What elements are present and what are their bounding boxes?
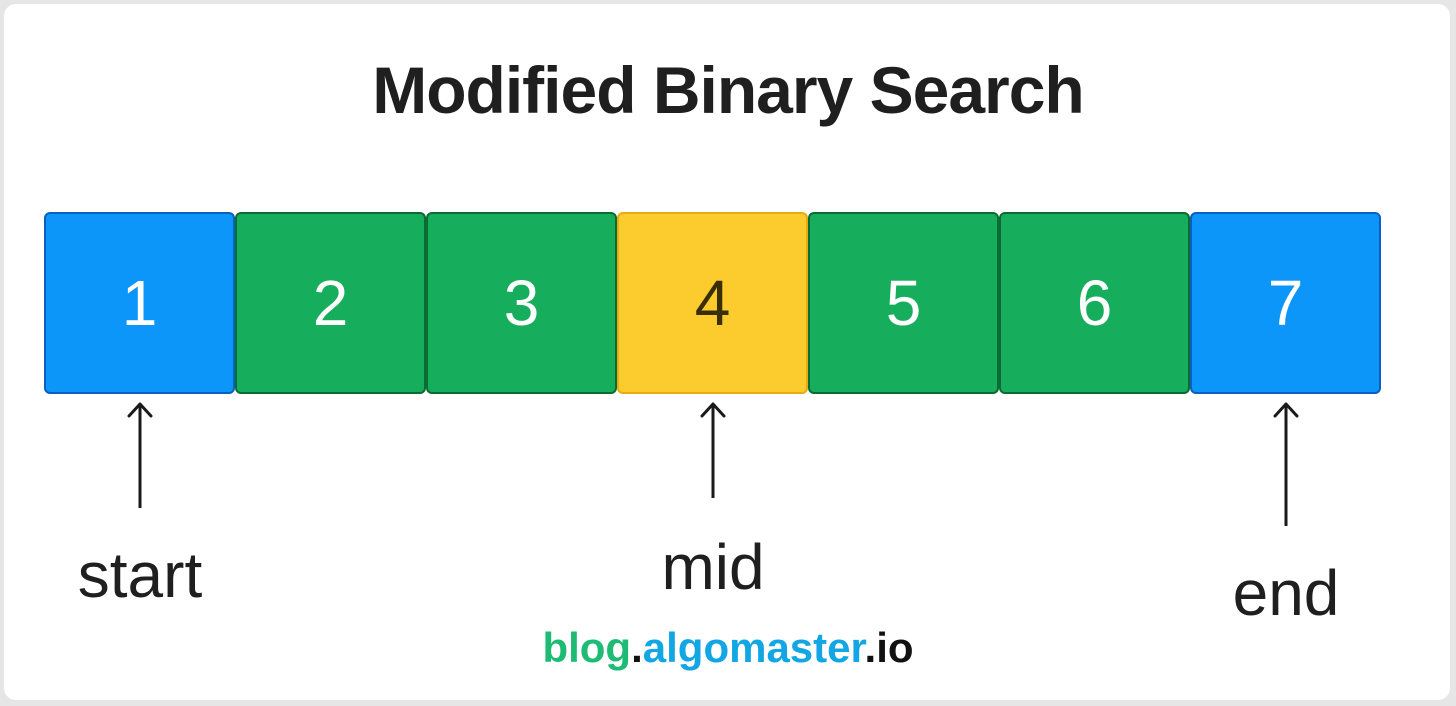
- pointer-label-start: start: [77, 539, 203, 611]
- cell-value: 3: [503, 267, 540, 339]
- array-cell: 5: [808, 212, 999, 394]
- array-cell: 4: [617, 212, 808, 394]
- cell-value: 4: [694, 267, 731, 339]
- footer-part-blog: blog: [542, 624, 632, 671]
- diagram-title: Modified Binary Search: [372, 53, 1085, 127]
- cell-value: 2: [312, 267, 349, 339]
- footer-dot: .: [864, 624, 877, 671]
- cell-value: 7: [1267, 267, 1304, 339]
- array-cell: 1: [44, 212, 235, 394]
- cell-value: 5: [885, 267, 922, 339]
- footer-brand: blog.algomaster.io: [0, 624, 1456, 672]
- array-cell: 3: [426, 212, 617, 394]
- footer-dot: .: [631, 624, 643, 671]
- cell-value: 6: [1076, 267, 1113, 339]
- array-cell: 2: [235, 212, 426, 394]
- array-cell: 7: [1190, 212, 1381, 394]
- array-cell: 6: [999, 212, 1190, 394]
- up-arrow-icon: [127, 402, 153, 508]
- up-arrow-icon: [1273, 402, 1299, 526]
- cell-value: 1: [121, 267, 158, 339]
- up-arrow-icon: [700, 402, 726, 498]
- footer-part-io: io: [876, 624, 914, 671]
- pointer-label-end: end: [1232, 557, 1340, 629]
- footer-part-algomaster: algomaster: [642, 624, 865, 671]
- pointer-label-mid: mid: [661, 531, 765, 603]
